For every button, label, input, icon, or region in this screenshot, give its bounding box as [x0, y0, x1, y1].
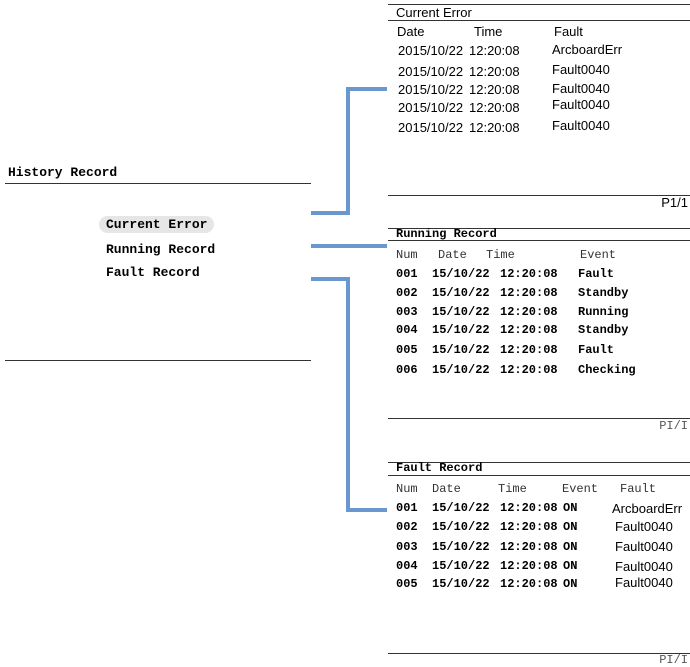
table-cell-fault: Fault0040: [615, 519, 673, 534]
column-header-num: Num: [396, 482, 418, 496]
table-cell-date: 15/10/22: [432, 520, 490, 534]
table-cell-time: 12:20:08: [500, 323, 558, 337]
table-cell-event: ON: [563, 577, 578, 591]
table-cell-date: 15/10/22: [432, 305, 490, 319]
table-cell-fault: ArcboardErr: [552, 42, 623, 57]
page-indicator: PI/I: [659, 419, 688, 433]
running-record-bottom-divider: [388, 418, 690, 419]
table-cell-time: 12:20:08: [500, 540, 558, 554]
table-cell-date: 15/10/22: [432, 577, 490, 591]
table-cell-event: ON: [563, 520, 578, 534]
table-cell-time: 12:20:08: [469, 100, 520, 115]
table-cell-date: 15/10/22: [432, 540, 490, 554]
current-error-title: Current Error: [396, 5, 472, 20]
table-cell-event: Fault: [578, 343, 615, 357]
table-cell-event: Checking: [578, 363, 636, 377]
menu-item-running-record[interactable]: Running Record: [106, 243, 215, 256]
table-cell-date: 15/10/22: [432, 559, 490, 573]
table-cell-event: Standby: [578, 286, 629, 300]
history-bottom-divider: [5, 360, 311, 361]
column-header-time: Time: [474, 24, 503, 39]
table-cell-date: 2015/10/22: [398, 43, 464, 58]
table-cell-time: 12:20:08: [500, 520, 558, 534]
table-cell-time: 12:20:08: [500, 501, 558, 515]
running-record-title: Running Record: [396, 227, 497, 241]
column-header-event: Event: [562, 482, 599, 496]
table-cell-event: Standby: [578, 323, 629, 337]
table-cell-num: 004: [396, 559, 418, 573]
table-cell-num: 003: [396, 540, 418, 554]
table-cell-event: ON: [563, 559, 578, 573]
table-cell-num: 001: [396, 501, 418, 515]
table-cell-date: 15/10/22: [432, 323, 490, 337]
fault-record-title-divider: [388, 475, 690, 476]
table-cell-num: 005: [396, 577, 418, 591]
table-cell-time: 12:20:08: [469, 43, 520, 58]
running-record-title-divider: [388, 240, 690, 241]
table-cell-fault: Fault0040: [615, 539, 673, 554]
table-cell-num: 002: [396, 520, 418, 534]
table-cell-num: 004: [396, 323, 418, 337]
table-cell-time: 12:20:08: [500, 343, 558, 357]
table-cell-fault: Fault0040: [552, 97, 610, 112]
table-cell-fault: Fault0040: [552, 81, 610, 96]
table-cell-time: 12:20:08: [469, 64, 520, 79]
column-header-num: Num: [396, 248, 418, 262]
history-record-title: History Record: [8, 165, 118, 180]
table-cell-time: 12:20:08: [469, 120, 520, 135]
table-cell-fault: ArcboardErr: [612, 501, 683, 516]
table-cell-num: 001: [396, 267, 418, 281]
column-header-fault: Fault: [620, 482, 657, 496]
column-header-event: Event: [580, 248, 617, 262]
table-cell-fault: Fault0040: [552, 118, 610, 133]
table-cell-fault: Fault0040: [615, 559, 673, 574]
column-header-date: Date: [432, 482, 461, 496]
table-cell-date: 15/10/22: [432, 343, 490, 357]
table-cell-num: 003: [396, 305, 418, 319]
table-cell-date: 15/10/22: [432, 267, 490, 281]
table-cell-time: 12:20:08: [500, 559, 558, 573]
table-cell-time: 12:20:08: [500, 286, 558, 300]
table-cell-fault: Fault0040: [615, 575, 673, 590]
table-cell-time: 12:20:08: [469, 82, 520, 97]
fault-record-title: Fault Record: [396, 461, 483, 475]
column-header-time: Time: [498, 482, 527, 496]
page-indicator: PI/I: [659, 653, 688, 667]
menu-item-fault-record[interactable]: Fault Record: [106, 266, 200, 279]
table-cell-num: 002: [396, 286, 418, 300]
table-cell-time: 12:20:08: [500, 267, 558, 281]
table-cell-event: ON: [563, 540, 578, 554]
table-cell-time: 12:20:08: [500, 305, 558, 319]
history-title-divider: [5, 183, 311, 184]
table-cell-event: Fault: [578, 267, 615, 281]
table-cell-fault: Fault0040: [552, 62, 610, 77]
table-cell-num: 005: [396, 343, 418, 357]
table-cell-date: 2015/10/22: [398, 64, 464, 79]
table-cell-date: 2015/10/22: [398, 120, 464, 135]
table-cell-date: 2015/10/22: [398, 82, 464, 97]
table-cell-date: 15/10/22: [432, 286, 490, 300]
table-cell-num: 006: [396, 363, 418, 377]
current-error-title-divider: [388, 20, 690, 21]
table-cell-time: 12:20:08: [500, 363, 558, 377]
table-cell-date: 15/10/22: [432, 363, 490, 377]
table-cell-event: Running: [578, 305, 629, 319]
page-indicator: P1/1: [661, 195, 688, 210]
column-header-fault: Fault: [554, 24, 583, 39]
table-cell-date: 2015/10/22: [398, 100, 464, 115]
column-header-date: Date: [397, 24, 425, 39]
menu-item-current-error[interactable]: Current Error: [99, 216, 215, 233]
table-cell-date: 15/10/22: [432, 501, 490, 515]
table-cell-event: ON: [563, 501, 578, 515]
table-cell-time: 12:20:08: [500, 577, 558, 591]
column-header-date: Date: [438, 248, 467, 262]
column-header-time: Time: [486, 248, 515, 262]
